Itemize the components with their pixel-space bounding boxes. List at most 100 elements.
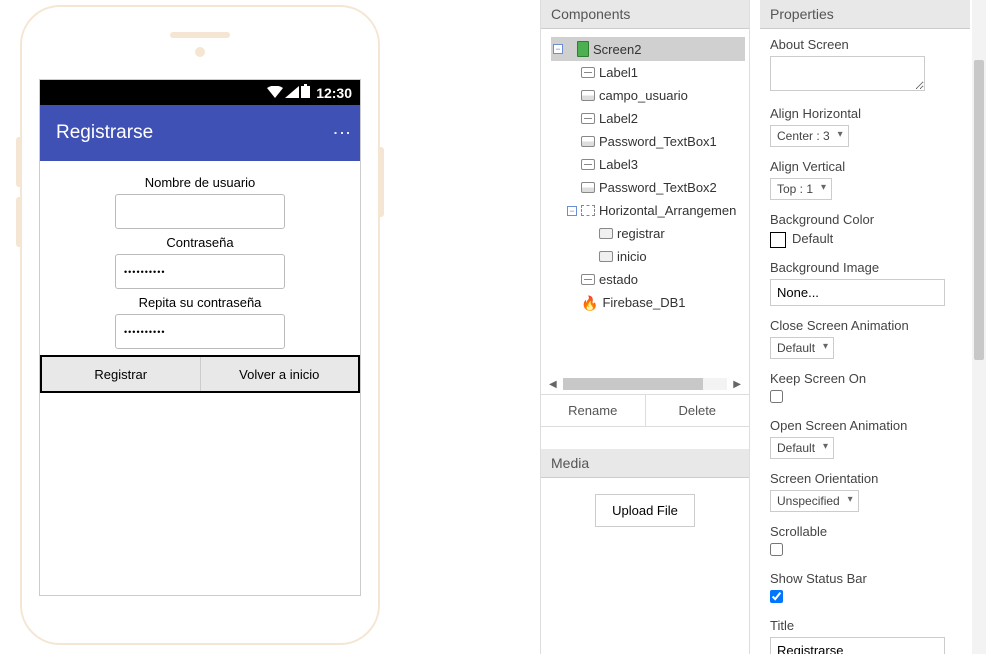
select-value: Default <box>777 441 815 455</box>
firebase-icon: 🔥 <box>581 296 598 310</box>
registrar-button[interactable]: Registrar <box>42 357 201 391</box>
scrollable-checkbox[interactable] <box>770 543 783 556</box>
show-status-checkbox[interactable] <box>770 590 783 603</box>
prop-align-horizontal: Align Horizontal Center : 3 <box>770 106 960 147</box>
background-color-picker[interactable]: Default <box>770 231 960 248</box>
prop-label: Background Image <box>770 260 960 275</box>
password-input[interactable] <box>115 254 285 289</box>
status-bar: 12:30 <box>40 80 360 105</box>
prop-open-animation: Open Screen Animation Default <box>770 418 960 459</box>
prop-show-status-bar: Show Status Bar <box>770 571 960 606</box>
tree-item-inicio[interactable]: inicio <box>551 245 745 268</box>
align-horizontal-select[interactable]: Center : 3 <box>770 125 849 147</box>
tree-item-password2[interactable]: Password_TextBox2 <box>551 176 745 199</box>
label-password: Contraseña <box>40 235 360 250</box>
background-image-input[interactable] <box>770 279 945 306</box>
collapse-icon[interactable]: − <box>553 44 563 54</box>
scroll-right-icon[interactable]: ▶ <box>733 379 741 390</box>
tree-item-screen2[interactable]: − Screen2 <box>551 37 745 61</box>
tree-label: registrar <box>617 226 665 241</box>
component-tree: − Screen2 Label1 campo_usuario Label2 Pa… <box>541 29 749 314</box>
keep-screen-checkbox[interactable] <box>770 390 783 403</box>
tree-item-estado[interactable]: estado <box>551 268 745 291</box>
prop-about-screen: About Screen <box>770 37 960 94</box>
app-content: Nombre de usuario Contraseña Repita su c… <box>40 161 360 401</box>
rename-button[interactable]: Rename <box>541 395 646 426</box>
overflow-menu-icon[interactable]: ⋮ <box>340 124 344 142</box>
wifi-icon <box>267 85 283 101</box>
prop-background-image: Background Image <box>770 260 960 306</box>
properties-body: About Screen Align Horizontal Center : 3… <box>760 29 970 654</box>
prop-label: About Screen <box>770 37 960 52</box>
prop-scrollable: Scrollable <box>770 524 960 559</box>
tree-label: estado <box>599 272 638 287</box>
tree-label: Label2 <box>599 111 638 126</box>
orientation-select[interactable]: Unspecified <box>770 490 859 512</box>
tree-item-harr[interactable]: − Horizontal_Arrangemen <box>551 199 745 222</box>
scroll-thumb[interactable] <box>563 378 703 390</box>
volver-inicio-button[interactable]: Volver a inicio <box>201 357 359 391</box>
tree-item-campo-usuario[interactable]: campo_usuario <box>551 84 745 107</box>
media-section: Media Upload File <box>541 449 749 527</box>
tree-item-firebase[interactable]: 🔥 Firebase_DB1 <box>551 291 745 314</box>
password-repeat-input[interactable] <box>115 314 285 349</box>
app-bar-title: Registrarse <box>56 122 153 144</box>
phone-speaker <box>170 32 230 38</box>
tree-horizontal-scrollbar[interactable]: ◀ ▶ <box>541 374 749 394</box>
app-bar: Registrarse ⋮ <box>40 105 360 161</box>
horizontal-arrangement-icon <box>581 205 595 216</box>
tree-item-label1[interactable]: Label1 <box>551 61 745 84</box>
phone-camera <box>195 47 205 57</box>
prop-close-animation: Close Screen Animation Default <box>770 318 960 359</box>
textbox-icon <box>581 136 595 147</box>
page-vertical-scrollbar[interactable] <box>972 0 986 654</box>
button-icon <box>599 251 613 262</box>
title-input[interactable] <box>770 637 945 654</box>
phone-side-button <box>16 137 22 187</box>
tree-action-buttons: Rename Delete <box>541 394 749 427</box>
upload-file-button[interactable]: Upload File <box>595 494 695 527</box>
prop-label: Open Screen Animation <box>770 418 960 433</box>
username-input[interactable] <box>115 194 285 229</box>
prop-orientation: Screen Orientation Unspecified <box>770 471 960 512</box>
battery-icon <box>301 84 310 101</box>
components-header: Components <box>541 0 749 29</box>
tree-item-registrar[interactable]: registrar <box>551 222 745 245</box>
phone-mockup: 12:30 Registrarse ⋮ Nombre de usuario Co… <box>20 5 380 645</box>
properties-panel: Properties About Screen Align Horizontal… <box>760 0 970 654</box>
label-icon <box>581 274 595 285</box>
tree-item-label3[interactable]: Label3 <box>551 153 745 176</box>
select-value: Unspecified <box>777 494 840 508</box>
tree-item-password1[interactable]: Password_TextBox1 <box>551 130 745 153</box>
phone-side-button <box>378 147 384 217</box>
prop-label: Screen Orientation <box>770 471 960 486</box>
open-animation-select[interactable]: Default <box>770 437 834 459</box>
prop-align-vertical: Align Vertical Top : 1 <box>770 159 960 200</box>
button-icon <box>599 228 613 239</box>
label-icon <box>581 159 595 170</box>
tree-label: Label3 <box>599 157 638 172</box>
select-value: Top : 1 <box>777 182 813 196</box>
about-screen-input[interactable] <box>770 56 925 91</box>
components-panel: Components − Screen2 Label1 campo_usuari… <box>540 0 750 654</box>
textbox-icon <box>581 90 595 101</box>
close-animation-select[interactable]: Default <box>770 337 834 359</box>
label-icon <box>581 113 595 124</box>
delete-button[interactable]: Delete <box>646 395 750 426</box>
tree-label: Password_TextBox2 <box>599 180 717 195</box>
phone-screen: 12:30 Registrarse ⋮ Nombre de usuario Co… <box>39 79 361 596</box>
scroll-thumb[interactable] <box>974 60 984 360</box>
scroll-track[interactable] <box>563 378 728 390</box>
tree-item-label2[interactable]: Label2 <box>551 107 745 130</box>
prop-title: Title <box>770 618 960 654</box>
tree-label: campo_usuario <box>599 88 688 103</box>
collapse-icon[interactable]: − <box>567 206 577 216</box>
align-vertical-select[interactable]: Top : 1 <box>770 178 832 200</box>
tree-label: Screen2 <box>593 42 641 57</box>
label-username: Nombre de usuario <box>40 175 360 190</box>
properties-header: Properties <box>760 0 970 29</box>
status-time: 12:30 <box>316 85 352 101</box>
prop-label: Background Color <box>770 212 960 227</box>
prop-label: Scrollable <box>770 524 960 539</box>
scroll-left-icon[interactable]: ◀ <box>549 379 557 390</box>
